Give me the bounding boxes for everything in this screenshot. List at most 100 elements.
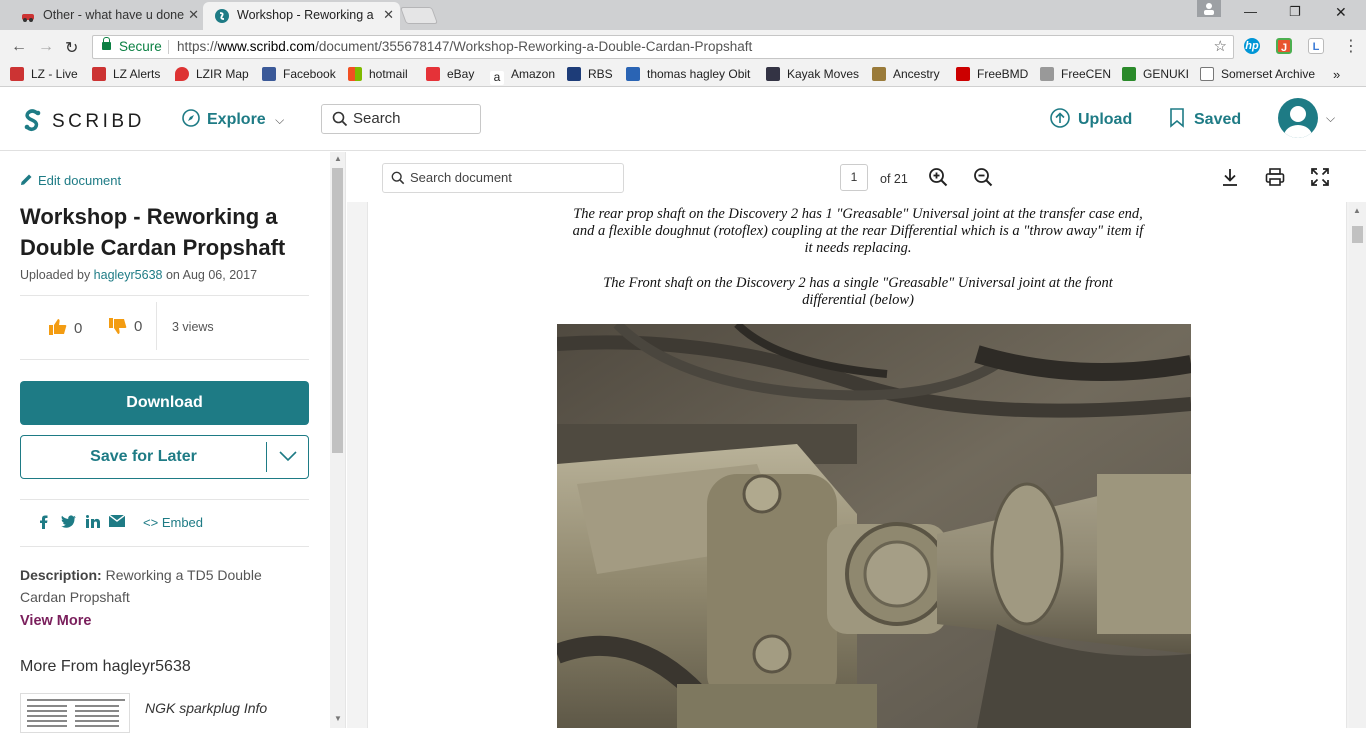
download-icon[interactable] <box>1220 167 1240 187</box>
divider <box>20 295 309 296</box>
view-more-link[interactable]: View More <box>20 613 91 629</box>
bookmark-star-icon[interactable]: ☆ <box>1214 36 1227 58</box>
upload-button[interactable]: Upload <box>1050 108 1132 129</box>
upvote-button[interactable]: 0 <box>49 318 82 337</box>
hp-extension-icon[interactable]: hp <box>1244 38 1260 54</box>
uploader-link[interactable]: hagleyr5638 <box>94 268 163 282</box>
more-from-heading: More From hagleyr5638 <box>20 658 191 675</box>
search-icon <box>391 171 405 185</box>
document-viewer: Search document 1 of 21 The rear prop sh… <box>347 152 1366 728</box>
page-icon <box>1200 67 1214 81</box>
scroll-up-icon[interactable]: ▲ <box>1353 206 1361 215</box>
site-search-input[interactable]: Search <box>321 104 481 134</box>
scrollbar-thumb[interactable] <box>332 168 343 453</box>
upload-icon <box>1050 108 1070 128</box>
bookmark-item[interactable]: GENUKI <box>1122 67 1189 82</box>
scroll-down-icon[interactable]: ▼ <box>334 714 342 723</box>
facebook-icon <box>262 67 276 81</box>
bookmark-item[interactable]: hotmail <box>348 67 408 82</box>
embed-link[interactable]: <> Embed <box>143 515 203 530</box>
bookmark-item[interactable]: Ancestry <box>872 67 940 82</box>
url-field[interactable]: Secure https://www.scribd.com/document/3… <box>92 35 1234 59</box>
minimize-icon[interactable]: — <box>1244 4 1257 19</box>
new-tab-button[interactable] <box>399 7 439 24</box>
bookmark-item[interactable]: thomas hagley Obit <box>626 67 750 82</box>
search-placeholder: Search document <box>410 170 512 185</box>
bookmark-item[interactable]: FreeCEN <box>1040 67 1111 82</box>
document-sidebar: Edit document Workshop - Reworking a Dou… <box>0 152 330 733</box>
view-count: 3 views <box>172 320 214 334</box>
facebook-share-icon[interactable] <box>39 515 49 532</box>
page-number-input[interactable]: 1 <box>840 164 868 191</box>
bookmark-item[interactable]: LZ Alerts <box>92 67 160 82</box>
user-avatar[interactable] <box>1278 98 1318 138</box>
reload-icon[interactable]: ↻ <box>65 38 78 58</box>
document-search-input[interactable]: Search document <box>382 163 624 193</box>
thumbs-down-icon <box>109 318 127 334</box>
sidebar-scrollbar[interactable]: ▲ ▼ <box>330 152 346 728</box>
zoom-in-icon[interactable] <box>928 167 948 187</box>
viewer-toolbar: Search document 1 of 21 <box>347 152 1366 202</box>
save-for-later-label: Save for Later <box>90 448 197 465</box>
rbs-icon <box>567 67 581 81</box>
chevron-down-icon[interactable] <box>278 436 298 478</box>
close-tab-icon[interactable]: ✕ <box>188 2 199 28</box>
bookmark-item[interactable]: Somerset Archive <box>1200 67 1315 82</box>
bookmark-item[interactable]: Kayak Moves <box>766 67 859 82</box>
explore-menu[interactable]: Explore ⌵ <box>182 109 284 129</box>
twitter-share-icon[interactable] <box>61 515 76 531</box>
back-icon[interactable]: ← <box>11 38 27 56</box>
browser-tab-other[interactable]: Other - what have u done ✕ <box>15 2 205 30</box>
scroll-up-icon[interactable]: ▲ <box>334 154 342 163</box>
fullscreen-icon[interactable] <box>1310 167 1330 187</box>
ebay-icon <box>426 67 440 81</box>
freecen-icon <box>1040 67 1054 81</box>
download-button[interactable]: Download <box>20 381 309 425</box>
scribd-logo[interactable]: SCRIBD <box>22 108 145 133</box>
save-for-later-button[interactable]: Save for Later <box>20 435 309 479</box>
close-window-icon[interactable]: ✕ <box>1335 4 1347 21</box>
more-bookmarks-icon[interactable]: » <box>1333 67 1340 82</box>
menu-icon[interactable]: ⋮ <box>1343 36 1359 56</box>
related-document-thumbnail[interactable] <box>20 693 130 733</box>
thumbs-up-icon <box>49 319 67 335</box>
uploaded-by: Uploaded by hagleyr5638 on Aug 06, 2017 <box>20 268 258 282</box>
address-bar-row: ← → ↻ Secure https://www.scribd.com/docu… <box>0 30 1366 63</box>
forward-icon[interactable]: → <box>38 38 54 56</box>
divider <box>168 40 169 54</box>
viewer-scrollbar[interactable]: ▲ <box>1349 202 1366 728</box>
email-share-icon[interactable] <box>108 514 126 530</box>
document-page: The rear prop shaft on the Discovery 2 h… <box>367 202 1347 728</box>
bookmark-item[interactable]: RBS <box>567 67 613 82</box>
restore-icon[interactable]: ❐ <box>1289 4 1301 20</box>
chevron-down-icon[interactable]: ⌵ <box>1326 111 1335 126</box>
related-document-title[interactable]: NGK sparkplug Info <box>145 700 267 716</box>
browser-tab-workshop[interactable]: Workshop - Reworking a ✕ <box>203 2 400 30</box>
translate-extension-icon[interactable]: L <box>1308 38 1324 54</box>
bookmark-item[interactable]: eBay <box>426 67 474 82</box>
compass-icon <box>182 109 200 127</box>
print-icon[interactable] <box>1265 167 1285 187</box>
page-text-line: it needs replacing. <box>804 240 912 256</box>
bookmark-item[interactable]: Facebook <box>262 67 336 82</box>
zoom-out-icon[interactable] <box>973 167 993 187</box>
saved-button[interactable]: Saved <box>1169 108 1241 129</box>
page-count: of 21 <box>880 172 908 186</box>
search-placeholder: Search <box>353 110 401 127</box>
close-tab-icon[interactable]: ✕ <box>383 2 394 28</box>
bookmark-item[interactable]: LZIR Map <box>175 67 249 82</box>
edit-document-link[interactable]: Edit document <box>20 173 121 188</box>
linkedin-share-icon[interactable] <box>86 515 100 531</box>
lock-icon <box>102 37 111 50</box>
bookmark-item[interactable]: FreeBMD <box>956 67 1028 82</box>
ancestry-icon <box>872 67 886 81</box>
bookmark-item[interactable]: a Amazon <box>490 67 555 85</box>
browser-profile-icon[interactable] <box>1197 0 1221 17</box>
divider <box>20 546 309 547</box>
scrollbar-thumb[interactable] <box>1352 226 1363 243</box>
page-text-line: differential (below) <box>802 292 914 308</box>
j-extension-icon[interactable]: J <box>1276 38 1292 54</box>
bookmark-item[interactable]: LZ - Live <box>10 67 78 82</box>
downvote-button[interactable]: 0 <box>109 318 142 335</box>
tab-label: Other - what have u done <box>43 8 185 22</box>
